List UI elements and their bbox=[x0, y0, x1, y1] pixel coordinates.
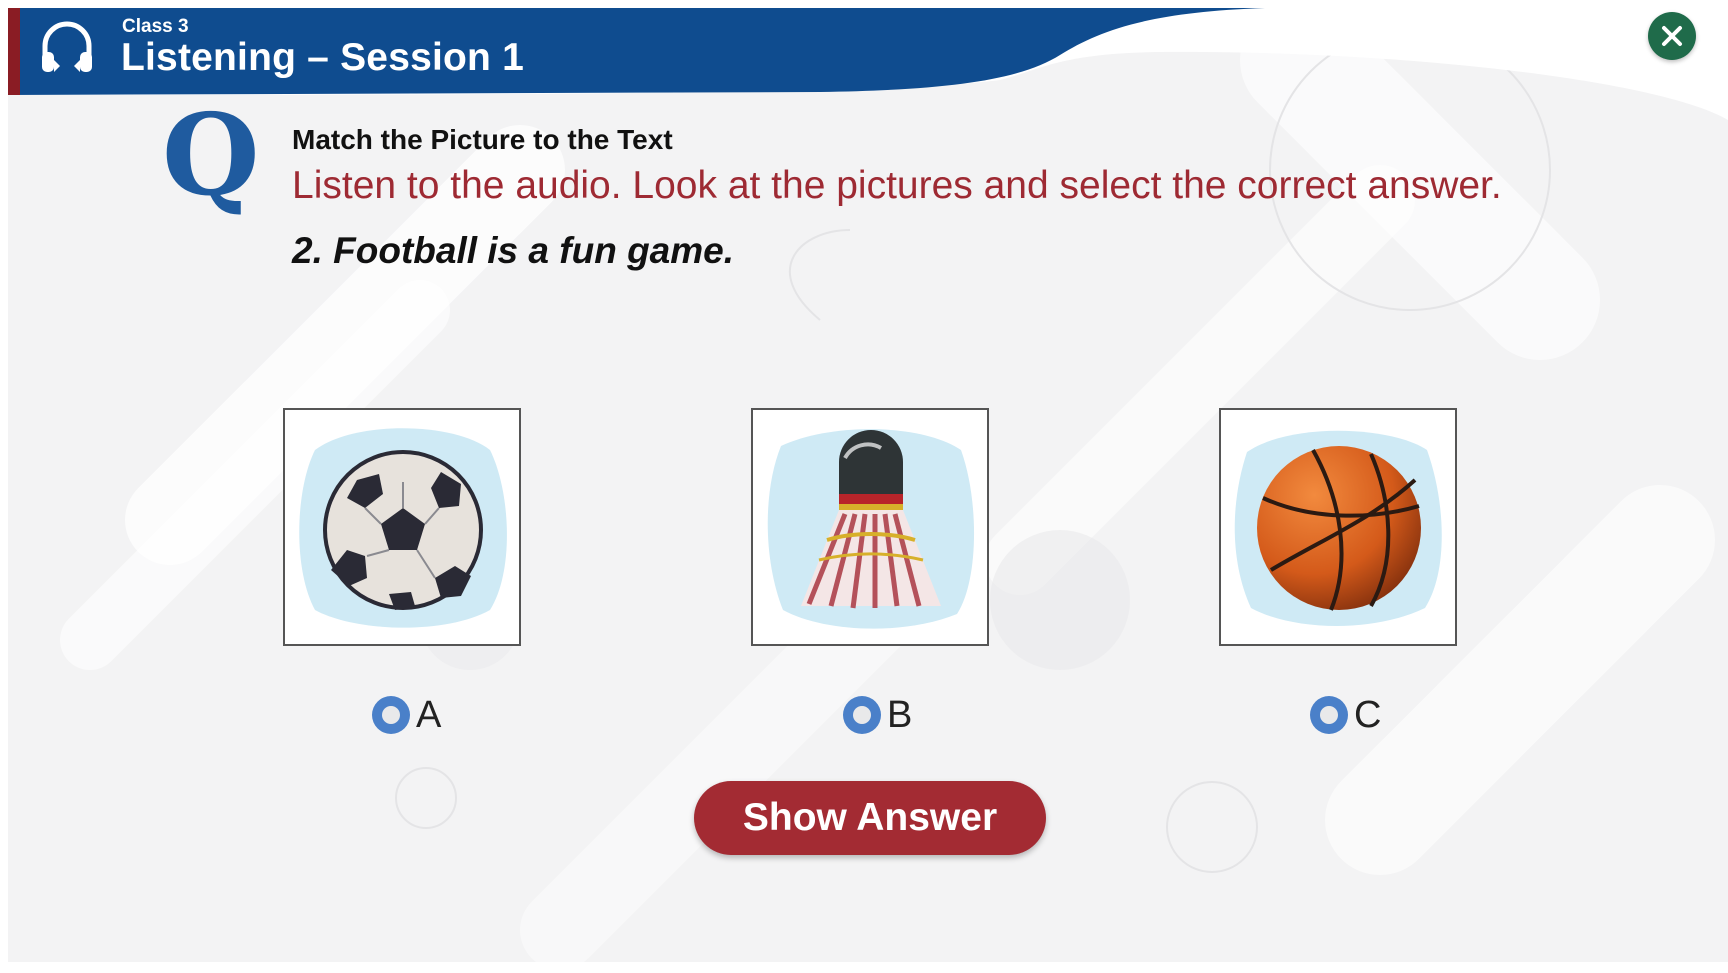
basketball-icon bbox=[1234, 430, 1442, 627]
headphones-icon bbox=[42, 21, 92, 72]
lesson-screen: Class 3 Listening – Session 1 Q Match th… bbox=[0, 0, 1728, 973]
question-sentence: 2. Football is a fun game. bbox=[292, 230, 735, 271]
close-icon bbox=[1662, 26, 1682, 46]
option-b-card[interactable] bbox=[751, 408, 989, 646]
close-button[interactable] bbox=[1648, 12, 1696, 60]
option-b-radio[interactable]: B bbox=[843, 690, 912, 740]
option-c-label: C bbox=[1354, 693, 1382, 736]
radio-button[interactable] bbox=[843, 696, 881, 734]
option-a-radio[interactable]: A bbox=[372, 690, 441, 740]
shuttlecock-icon bbox=[767, 429, 975, 629]
option-a-label: A bbox=[416, 693, 442, 736]
bottom-border bbox=[0, 962, 1728, 973]
option-c-card[interactable] bbox=[1219, 408, 1457, 646]
soccer-ball-icon bbox=[299, 428, 507, 628]
option-c-radio[interactable]: C bbox=[1310, 690, 1381, 740]
option-b-label: B bbox=[887, 693, 913, 736]
question-heading: Match the Picture to the Text bbox=[292, 124, 673, 155]
show-answer-button[interactable]: Show Answer bbox=[694, 781, 1046, 855]
option-a-card[interactable] bbox=[283, 408, 521, 646]
page-title: Listening – Session 1 bbox=[121, 36, 524, 79]
question-letter: Q bbox=[162, 90, 260, 221]
class-label: Class 3 bbox=[122, 16, 189, 37]
question-instruction: Listen to the audio. Look at the picture… bbox=[292, 164, 1502, 207]
left-border bbox=[0, 0, 8, 973]
radio-button[interactable] bbox=[372, 696, 410, 734]
radio-button[interactable] bbox=[1310, 696, 1348, 734]
